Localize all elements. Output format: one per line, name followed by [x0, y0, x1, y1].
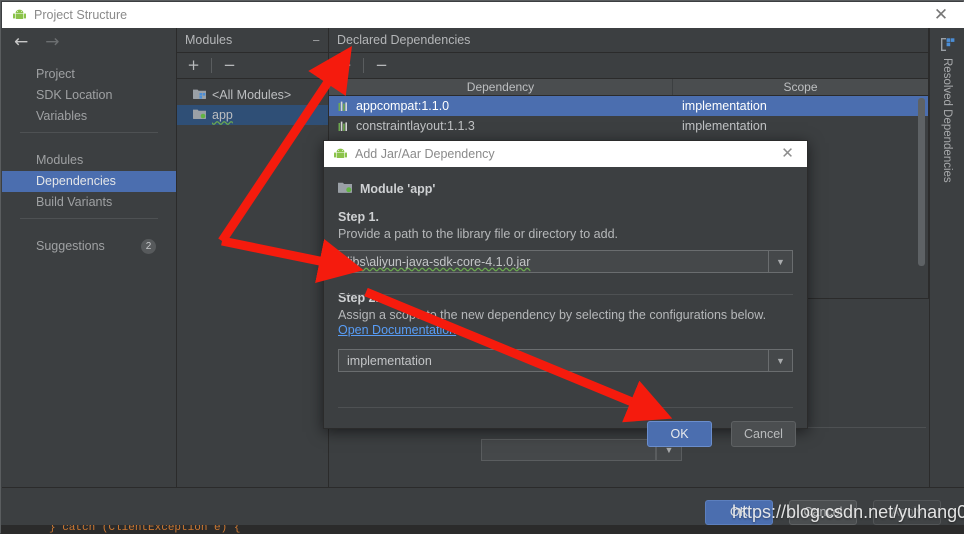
project-structure-window: Project Structure ✕ ← → Project SDK Loca…	[0, 0, 964, 534]
dialog-divider-1	[338, 294, 793, 295]
sidebar-item-variables[interactable]: Variables	[2, 106, 176, 127]
cancel-button[interactable]: Cancel	[789, 500, 857, 525]
library-icon	[338, 121, 349, 132]
dependencies-table-header: Dependency Scope	[329, 79, 928, 96]
sidebar-divider-2	[20, 218, 158, 219]
close-icon[interactable]: ✕	[932, 6, 950, 24]
ok-button[interactable]: OK	[705, 500, 773, 525]
android-icon	[12, 9, 27, 21]
dialog-divider-2	[338, 407, 793, 408]
sidebar-item-build-variants[interactable]: Build Variants	[2, 192, 176, 213]
detail-field-2[interactable]	[481, 439, 656, 461]
table-row[interactable]: constraintlayout:1.1.3 implementation	[329, 116, 928, 136]
dialog-cancel-button[interactable]: Cancel	[731, 421, 796, 447]
add-module-button[interactable]: +	[184, 56, 203, 75]
modules-folder-icon	[193, 88, 206, 102]
sidebar-item-dependencies[interactable]: Dependencies	[2, 171, 176, 192]
add-jar-aar-dependency-dialog: Add Jar/Aar Dependency ✕ Module 'app' St…	[323, 140, 808, 447]
apply-button[interactable]: Apply	[873, 500, 941, 525]
dialog-module-row: Module 'app'	[338, 167, 793, 196]
dependency-scope: implementation	[682, 119, 767, 133]
remove-dependency-button[interactable]: −	[372, 56, 391, 75]
suggestions-badge: 2	[141, 239, 156, 254]
resolved-dependencies-label: Resolved Dependencies	[941, 58, 953, 183]
table-row[interactable]: appcompat:1.1.0 implementation	[329, 96, 928, 116]
add-dependency-button[interactable]: +	[336, 56, 355, 75]
step1-title: Step 1.	[338, 210, 379, 224]
sidebar-item-modules[interactable]: Modules	[2, 150, 176, 171]
dialog-body: Module 'app' Step 1. Provide a path to t…	[324, 167, 807, 447]
tree-row-app[interactable]: app	[177, 105, 328, 125]
window-titlebar: Project Structure ✕	[2, 2, 964, 28]
dialog-title: Add Jar/Aar Dependency	[355, 147, 495, 161]
back-arrow-icon[interactable]: ←	[14, 33, 28, 51]
tree-row-label: app	[212, 108, 233, 122]
dialog-titlebar: Add Jar/Aar Dependency ✕	[324, 141, 807, 167]
step2-description: Assign a scope to the new dependency by …	[338, 308, 767, 322]
sidebar: ← → Project SDK Location Variables Modul…	[2, 28, 177, 487]
modules-panel: Modules − + − <All Modules> app	[177, 28, 329, 487]
resolved-dependencies-rail[interactable]: Resolved Dependencies	[929, 28, 964, 487]
declared-dependencies-title: Declared Dependencies	[329, 28, 928, 53]
sidebar-item-label: Suggestions	[36, 239, 105, 253]
dependency-name: appcompat:1.1.0	[356, 99, 450, 113]
tree-row-all-modules[interactable]: <All Modules>	[177, 85, 328, 105]
library-path-combobox[interactable]: libs\aliyun-java-sdk-core-4.1.0.jar ▼	[338, 250, 793, 273]
sidebar-divider-1	[20, 132, 158, 133]
step1-description: Provide a path to the library file or di…	[338, 227, 619, 241]
module-folder-icon	[193, 108, 206, 122]
open-documentation-link[interactable]: Open Documentation	[338, 323, 456, 337]
collapse-icon[interactable]: −	[312, 28, 320, 53]
dependency-scope: implementation	[682, 99, 767, 113]
declared-dependencies-toolbar: + −	[329, 53, 928, 79]
nav-buttons: ← →	[2, 28, 176, 56]
vertical-scrollbar[interactable]	[918, 98, 925, 266]
column-header-scope[interactable]: Scope	[673, 79, 928, 95]
chevron-down-icon[interactable]: ▼	[768, 350, 792, 371]
resolved-dependencies-icon	[940, 37, 955, 52]
tree-row-label: <All Modules>	[212, 88, 292, 102]
sidebar-item-sdk-location[interactable]: SDK Location	[2, 85, 176, 106]
chevron-down-icon[interactable]: ▼	[768, 251, 792, 272]
module-folder-icon	[338, 181, 352, 196]
close-icon[interactable]: ✕	[779, 145, 796, 162]
sidebar-item-suggestions[interactable]: Suggestions 2	[2, 236, 176, 257]
modules-toolbar: + −	[177, 53, 328, 79]
scope-combobox[interactable]: implementation ▼	[338, 349, 793, 372]
modules-panel-header: Modules −	[177, 28, 328, 53]
dependency-name: constraintlayout:1.1.3	[356, 119, 475, 133]
column-header-dependency[interactable]: Dependency	[329, 79, 673, 95]
modules-panel-title: Modules	[185, 32, 233, 47]
dialog-ok-button[interactable]: OK	[647, 421, 712, 447]
scope-value: implementation	[347, 353, 432, 368]
window-title: Project Structure	[34, 8, 128, 22]
forward-arrow-icon[interactable]: →	[45, 33, 59, 51]
remove-module-button[interactable]: −	[220, 56, 239, 75]
android-icon	[333, 148, 348, 160]
library-icon	[338, 101, 349, 112]
dialog-module-label: Module 'app'	[360, 181, 436, 196]
sidebar-item-project[interactable]: Project	[2, 64, 176, 85]
library-path-value: libs\aliyun-java-sdk-core-4.1.0.jar	[347, 254, 531, 269]
